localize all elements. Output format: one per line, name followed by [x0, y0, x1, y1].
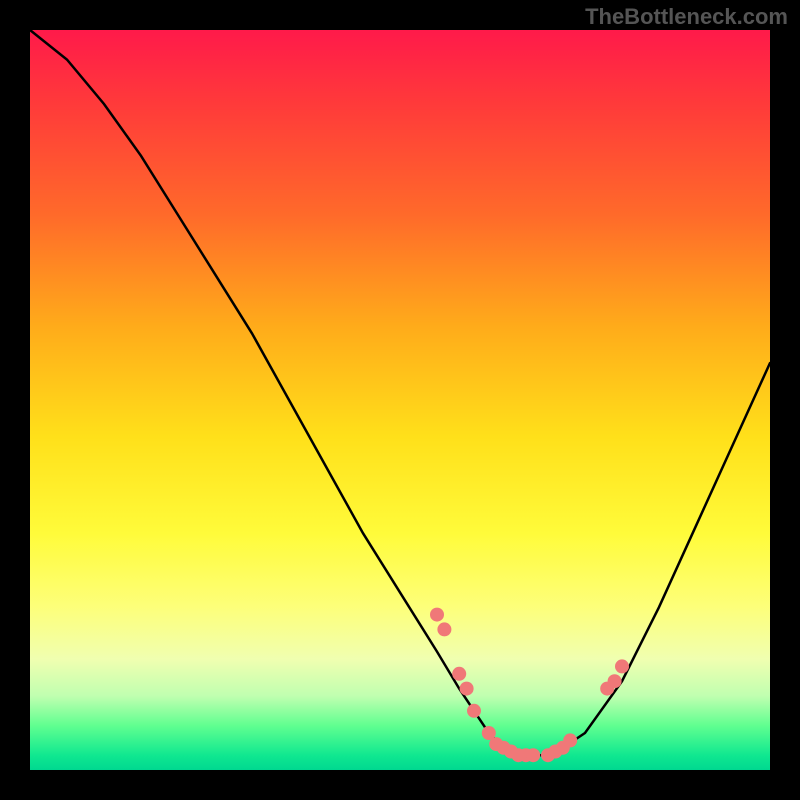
data-marker	[452, 667, 466, 681]
chart-plot-area	[30, 30, 770, 770]
data-marker	[526, 748, 540, 762]
data-marker	[608, 674, 622, 688]
data-marker	[563, 733, 577, 747]
data-marker	[460, 682, 474, 696]
watermark-label: TheBottleneck.com	[585, 4, 788, 30]
marker-group	[430, 608, 629, 763]
chart-svg	[30, 30, 770, 770]
data-marker	[430, 608, 444, 622]
data-marker	[437, 622, 451, 636]
data-marker	[615, 659, 629, 673]
data-marker	[467, 704, 481, 718]
bottleneck-curve	[30, 30, 770, 755]
